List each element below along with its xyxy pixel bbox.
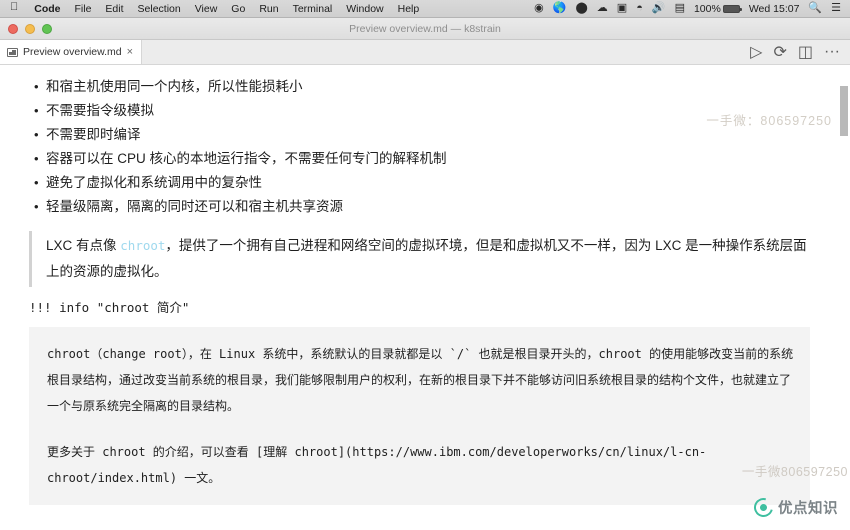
preview-file-icon [7, 47, 18, 57]
run-button[interactable]: ▷ [750, 42, 762, 62]
close-button[interactable] [8, 23, 18, 34]
feature-bullet-list: 和宿主机使用同一个内核，所以性能损耗小 不需要指令级模拟 不需要即时编译 容器可… [22, 75, 810, 219]
scrollbar-thumb[interactable] [840, 86, 848, 136]
battery-icon [722, 4, 742, 13]
menu-item-file[interactable]: File [68, 0, 99, 18]
menu-item-run[interactable]: Run [252, 0, 285, 18]
tab-bar-filler [142, 40, 750, 64]
list-item: 避免了虚拟化和系统调用中的复杂性 [22, 171, 810, 195]
list-item: 不需要即时编译 [22, 123, 810, 147]
editor-action-group: ▷ ⟳ ◫ ··· [750, 40, 850, 64]
split-editor-button[interactable]: ◫ [798, 42, 813, 62]
window-title-bar: Preview overview.md — k8strain [0, 18, 850, 40]
traffic-light-group [0, 23, 52, 34]
battery-percent-label: 100% [693, 2, 721, 15]
zoom-button[interactable] [42, 23, 52, 34]
menu-item-go[interactable]: Go [224, 0, 252, 18]
lxc-blockquote: LXC 有点像 chroot，提供了一个拥有自己进程和网络空间的虚拟环境，但是和… [29, 231, 810, 287]
dropbox-icon[interactable]: ◉ [534, 3, 544, 14]
shield-icon[interactable]: ⬤ [575, 3, 587, 14]
menu-item-help[interactable]: Help [391, 0, 427, 18]
code-paragraph-2: 更多关于 chroot 的介绍，可以查看 [理解 chroot](https:/… [47, 445, 707, 485]
apple-icon[interactable]:  [0, 2, 27, 13]
globe-icon[interactable]: 🌎 [553, 3, 567, 14]
menu-item-window[interactable]: Window [339, 0, 390, 18]
menu-item-terminal[interactable]: Terminal [286, 0, 340, 18]
macos-menu-bar:  Code File Edit Selection View Go Run T… [0, 0, 850, 18]
code-paragraph-1: chroot（change root），在 Linux 系统中，系统默认的目录就… [47, 347, 794, 413]
list-item: 容器可以在 CPU 核心的本地运行指令，不需要任何专门的解释机制 [22, 147, 810, 171]
markdown-preview-pane[interactable]: 和宿主机使用同一个内核，所以性能损耗小 不需要指令级模拟 不需要即时编译 容器可… [0, 65, 850, 530]
minimize-button[interactable] [25, 23, 35, 34]
input-source-icon[interactable]: ▣ [617, 3, 627, 14]
list-item: 和宿主机使用同一个内核，所以性能损耗小 [22, 75, 810, 99]
refresh-preview-button[interactable]: ⟳ [773, 42, 786, 62]
search-icon[interactable]: 🔍 [808, 3, 822, 14]
more-actions-button[interactable]: ··· [824, 43, 840, 61]
volume-icon[interactable]: 🔊 [652, 3, 666, 14]
window-title: Preview overview.md — k8strain [349, 22, 501, 35]
list-item: 轻量级隔离，隔离的同时还可以和宿主机共享资源 [22, 195, 810, 219]
wifi-icon[interactable]: ◓ [636, 3, 643, 14]
menu-item-code[interactable]: Code [27, 0, 67, 18]
menu-item-edit[interactable]: Edit [98, 0, 130, 18]
tab-preview-overview-md[interactable]: Preview overview.md × [0, 40, 143, 64]
chroot-link[interactable]: chroot [120, 238, 165, 253]
close-icon[interactable]: × [127, 46, 133, 58]
control-center-icon[interactable]: ☰ [831, 3, 841, 14]
menu-bar-clock[interactable]: Wed 15:07 [749, 3, 800, 15]
chroot-code-block: chroot（change root），在 Linux 系统中，系统默认的目录就… [29, 327, 810, 505]
blockquote-text-before: LXC 有点像 [46, 238, 121, 253]
menu-bar-status-area: ◉ 🌎 ⬤ ☁ ▣ ◓ 🔊 ▤ 100% Wed 15:07 🔍 ☰ [534, 3, 850, 15]
list-item: 不需要指令级模拟 [22, 99, 810, 123]
battery-indicator[interactable]: 100% [693, 2, 742, 15]
admonition-marker: !!! info "chroot 简介" [29, 300, 190, 315]
menu-item-selection[interactable]: Selection [131, 0, 188, 18]
chart-icon[interactable]: ▤ [675, 3, 685, 14]
editor-tab-bar: Preview overview.md × ▷ ⟳ ◫ ··· [0, 40, 850, 65]
vertical-scrollbar[interactable] [839, 65, 850, 530]
menu-item-view[interactable]: View [188, 0, 225, 18]
cloud-icon[interactable]: ☁ [597, 3, 608, 14]
tab-label: Preview overview.md [23, 46, 122, 58]
